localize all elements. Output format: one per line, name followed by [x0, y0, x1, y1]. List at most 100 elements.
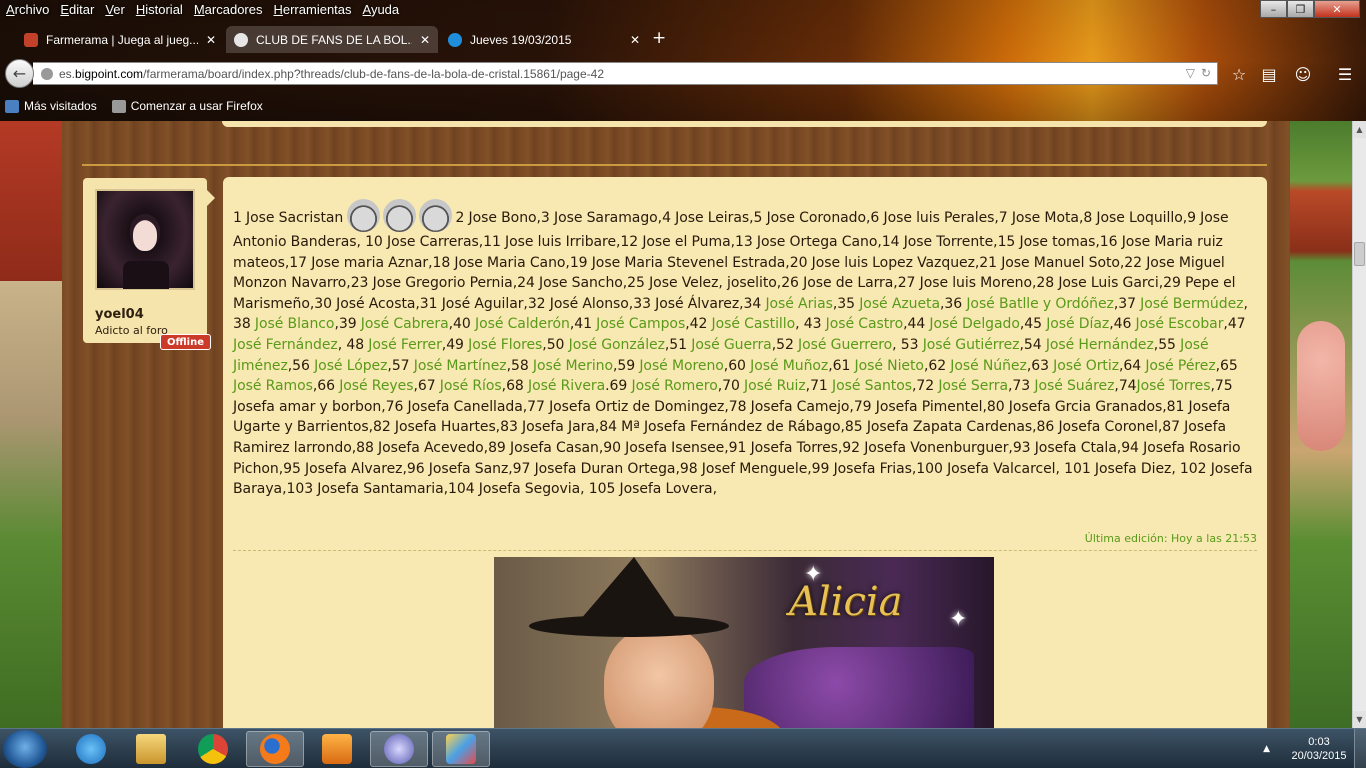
url-bar[interactable]: es. bigpoint.com/farmerama/board/index.ph…: [33, 62, 1218, 85]
taskbar-file-explorer[interactable]: [122, 731, 180, 767]
username[interactable]: yoel04: [95, 307, 144, 322]
tab-close-icon[interactable]: ✕: [206, 33, 216, 47]
scrollbar-thumb[interactable]: [1354, 242, 1365, 266]
tab-close-icon[interactable]: ✕: [630, 33, 640, 47]
scroll-down-arrow-icon[interactable]: ▼: [1353, 711, 1366, 728]
post-name-link[interactable]: José Escobar: [1136, 316, 1224, 332]
post-name-link[interactable]: José Ramos: [233, 378, 313, 394]
post-name-link[interactable]: José Nieto: [855, 358, 924, 374]
post-name-link[interactable]: José Suárez: [1034, 378, 1114, 394]
post-name-link[interactable]: José Moreno: [639, 358, 724, 374]
post-name-link[interactable]: José Castillo: [712, 316, 796, 332]
post-name-link[interactable]: José Cabrera: [361, 316, 449, 332]
post-name-link[interactable]: José Hernández: [1046, 337, 1154, 353]
menu-archivo[interactable]: Archivo: [0, 0, 54, 20]
post-name-link[interactable]: José Romero: [631, 378, 717, 394]
taskbar-media-player[interactable]: [308, 731, 366, 767]
post-name-link[interactable]: José López: [314, 358, 387, 374]
chrome-icon: [198, 734, 228, 764]
menu-ayuda[interactable]: Ayuda: [357, 0, 405, 20]
post-name-link[interactable]: José Arias: [765, 296, 833, 312]
menu-herramientas[interactable]: Herramientas: [267, 0, 356, 20]
clock[interactable]: 0:03 20/03/2015: [1284, 735, 1354, 763]
post-name-link[interactable]: José Bermúdez: [1140, 296, 1243, 312]
post-name-link[interactable]: José Azueta: [859, 296, 940, 312]
menu-editar[interactable]: Editar: [54, 0, 99, 20]
tab-farmerama[interactable]: Farmerama | Juega al jueg... ✕: [16, 26, 224, 53]
post-name-link[interactable]: José Ferrer: [368, 337, 442, 353]
post-name-link[interactable]: José Santos: [832, 378, 912, 394]
post-text-separator: ,45: [1019, 316, 1047, 333]
site-identity-icon[interactable]: [41, 67, 53, 80]
menu-marcadores[interactable]: Marcadores: [188, 0, 268, 20]
post-name-link[interactable]: José Ortiz: [1053, 358, 1119, 374]
post-name-link[interactable]: José Fernández: [233, 337, 338, 353]
dropdown-arrow-icon[interactable]: ▽: [1186, 66, 1195, 80]
bookmark-mas-visitados[interactable]: Más visitados: [5, 99, 97, 113]
post-name-link[interactable]: José Rivera: [528, 378, 605, 394]
tab-jueves[interactable]: Jueves 19/03/2015 ✕: [440, 26, 648, 53]
taskbar-internet-explorer[interactable]: [62, 731, 120, 767]
taskbar-app-swirl[interactable]: [370, 731, 428, 767]
post-name-link[interactable]: José Guerrero: [798, 337, 892, 353]
menu-historial[interactable]: Historial: [130, 0, 188, 20]
post-name-link[interactable]: José Blanco: [255, 316, 335, 332]
taskbar-paint[interactable]: [432, 731, 490, 767]
minimize-button[interactable]: –: [1260, 0, 1287, 18]
post-name-link[interactable]: José Pérez: [1145, 358, 1215, 374]
smiley-feedback-icon[interactable]: ☺: [1292, 63, 1314, 85]
post-name-link[interactable]: José Calderón: [475, 316, 570, 332]
menu-ver[interactable]: Ver: [99, 0, 130, 20]
tab-club-de-fans[interactable]: CLUB DE FANS DE LA BOL... ✕: [226, 26, 438, 53]
url-path: /farmerama/board/index.php?threads/club-…: [143, 66, 604, 81]
signature-title: Alicia: [789, 579, 903, 625]
post-name-link[interactable]: José Díaz: [1046, 316, 1109, 332]
taskbar-chrome[interactable]: [184, 731, 242, 767]
close-window-button[interactable]: ✕: [1314, 0, 1360, 18]
scroll-up-arrow-icon[interactable]: ▲: [1353, 121, 1366, 138]
post-name-link[interactable]: José Muñoz: [750, 358, 828, 374]
avatar[interactable]: [95, 189, 195, 290]
post-name-link[interactable]: José Delgado: [929, 316, 1020, 332]
post-text-separator: , 53: [892, 336, 923, 353]
post-name-link[interactable]: José Martínez: [414, 358, 507, 374]
post-name-link[interactable]: José Ríos: [440, 378, 502, 394]
show-hidden-icons-icon[interactable]: ▲: [1263, 744, 1270, 754]
post-name-link[interactable]: José Reyes: [339, 378, 413, 394]
post-name-link[interactable]: José Batlle y Ordóñez: [966, 296, 1114, 312]
post-text-separator: ,36: [940, 295, 967, 312]
vertical-scrollbar[interactable]: ▲ ▼: [1352, 121, 1366, 728]
show-desktop-button[interactable]: [1354, 729, 1366, 768]
start-button[interactable]: [3, 730, 47, 768]
laughing-smiley-icon: [383, 199, 417, 232]
post-name-link[interactable]: José Torres: [1137, 378, 1211, 394]
post-name-link[interactable]: José Serra: [938, 378, 1008, 394]
firefox-icon: [260, 734, 290, 764]
post-text-separator: ,54: [1019, 336, 1046, 353]
post-text-separator: ,66: [312, 378, 340, 395]
reading-list-icon[interactable]: ▤: [1258, 63, 1280, 85]
new-tab-button[interactable]: +: [652, 28, 666, 48]
post-name-link[interactable]: José Núñez: [950, 358, 1027, 374]
tab-close-icon[interactable]: ✕: [420, 33, 430, 47]
post-name-link[interactable]: José Flores: [468, 337, 542, 353]
bookmark-star-icon[interactable]: ☆: [1228, 63, 1250, 85]
post-name-link[interactable]: José González: [569, 337, 665, 353]
post-name-link[interactable]: José Gutiérrez: [923, 337, 1020, 353]
taskbar-firefox[interactable]: [246, 731, 304, 767]
reload-icon[interactable]: ↻: [1201, 66, 1211, 80]
tab-title: CLUB DE FANS DE LA BOL...: [256, 32, 412, 47]
post-name-link[interactable]: José Guerra: [691, 337, 772, 353]
back-button[interactable]: ←: [5, 59, 34, 88]
sparkle-icon: ✦: [949, 607, 968, 632]
post-text-part-b: ,75 Josefa amar y borbon,76 Josefa Canel…: [233, 378, 1253, 498]
hamburger-menu-icon[interactable]: ☰: [1334, 63, 1356, 85]
post-name-link[interactable]: José Campos: [596, 316, 685, 332]
post-text-separator: ,35: [832, 295, 860, 312]
post-name-link[interactable]: José Merino: [533, 358, 613, 374]
bookmark-comenzar-firefox[interactable]: Comenzar a usar Firefox: [111, 99, 263, 113]
post-name-link[interactable]: José Castro: [826, 316, 904, 332]
system-tray: ▲ 0:03 20/03/2015: [1263, 729, 1366, 768]
maximize-button[interactable]: ❐: [1287, 0, 1314, 18]
post-name-link[interactable]: José Ruiz: [744, 378, 806, 394]
